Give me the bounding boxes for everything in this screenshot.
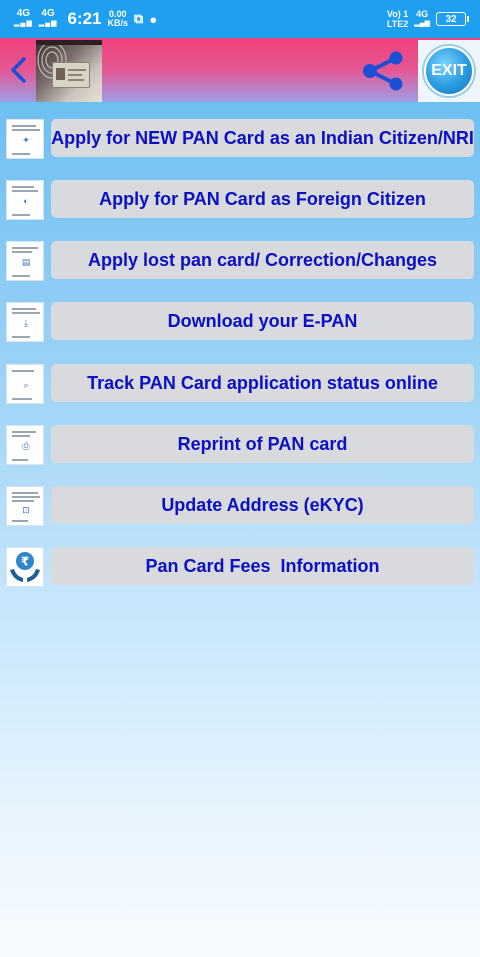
pan-card-fingerprint-image [36, 40, 102, 102]
network-label: 4G [416, 9, 429, 19]
battery-icon: 32 [436, 12, 469, 26]
share-icon[interactable] [360, 48, 406, 94]
form-thumbnail-icon: ⎙ [6, 425, 44, 465]
exit-button[interactable]: EXIT [418, 40, 480, 102]
battery-level: 32 [445, 13, 457, 25]
status-time: 6:21 [67, 9, 102, 28]
notification-icon: ⧉ [134, 11, 144, 26]
menu-row-fees-info: ₹ Pan Card Fees Information [0, 547, 480, 587]
menu-row-update-address: ⊡ Update Address (eKYC) [0, 486, 480, 526]
apply-foreign-citizen-button[interactable]: Apply for PAN Card as Foreign Citizen [51, 180, 474, 218]
pan-card-image [52, 62, 90, 88]
apply-lost-pan-button[interactable]: Apply lost pan card/ Correction/Changes [51, 241, 474, 279]
menu-row-track-status: ⌕ Track PAN Card application status onli… [0, 364, 480, 404]
network-speed: 0.00 KB/s [108, 10, 129, 28]
svg-text:₹: ₹ [21, 555, 29, 569]
message-icon: ● [149, 11, 158, 27]
speed-unit: KB/s [107, 18, 129, 28]
sim2-signal-icon: 4G ▂▄▆ [38, 8, 58, 28]
menu-row-download-epan: ⤓ Download your E-PAN [0, 302, 480, 342]
form-thumbnail-icon: ▤ [6, 241, 44, 281]
volte-indicator: Vo) 1 LTE2 [387, 9, 408, 29]
reprint-pan-button[interactable]: Reprint of PAN card [51, 425, 474, 463]
sim1-label: 4G [16, 8, 31, 19]
menu-row-foreign-citizen: ◐ Apply for PAN Card as Foreign Citizen [0, 180, 480, 220]
track-status-button[interactable]: Track PAN Card application status online [51, 364, 474, 402]
menu-row-reprint: ⎙ Reprint of PAN card [0, 425, 480, 465]
download-epan-button[interactable]: Download your E-PAN [51, 302, 474, 340]
status-bar: 4G ▂▄▆ 4G ▂▄▆ 6:21 0.00 KB/s ⧉ ● Vo) 1 L… [0, 0, 480, 38]
menu-row-lost-pan: ▤ Apply lost pan card/ Correction/Change… [0, 241, 480, 281]
form-thumbnail-icon: ✦ [6, 119, 44, 159]
volte-bottom: LTE2 [386, 19, 409, 29]
apply-new-pan-button[interactable]: Apply for NEW PAN Card as an Indian Citi… [51, 119, 474, 157]
app-bar: EXIT [0, 38, 480, 102]
download-thumbnail-icon: ⤓ [6, 302, 44, 342]
search-thumbnail-icon: ⌕ [6, 364, 44, 404]
pan-fees-info-button[interactable]: Pan Card Fees Information [51, 547, 474, 585]
form-thumbnail-icon: ⊡ [6, 486, 44, 526]
rupee-hands-icon: ₹ [6, 547, 44, 587]
exit-label: EXIT [431, 62, 467, 79]
form-thumbnail-icon: ◐ [6, 180, 44, 220]
sim1-signal-icon: 4G ▂▄▆ [14, 8, 33, 28]
volte-top: Vo) 1 [386, 9, 409, 19]
back-arrow-icon[interactable] [6, 52, 30, 88]
exit-icon: EXIT [424, 46, 474, 96]
update-address-button[interactable]: Update Address (eKYC) [51, 486, 474, 524]
sim2-label: 4G [41, 8, 55, 19]
menu-row-new-pan: ✦ Apply for NEW PAN Card as an Indian Ci… [0, 119, 480, 159]
network-signal-icon: 4G ▂▄▆ [414, 9, 430, 27]
